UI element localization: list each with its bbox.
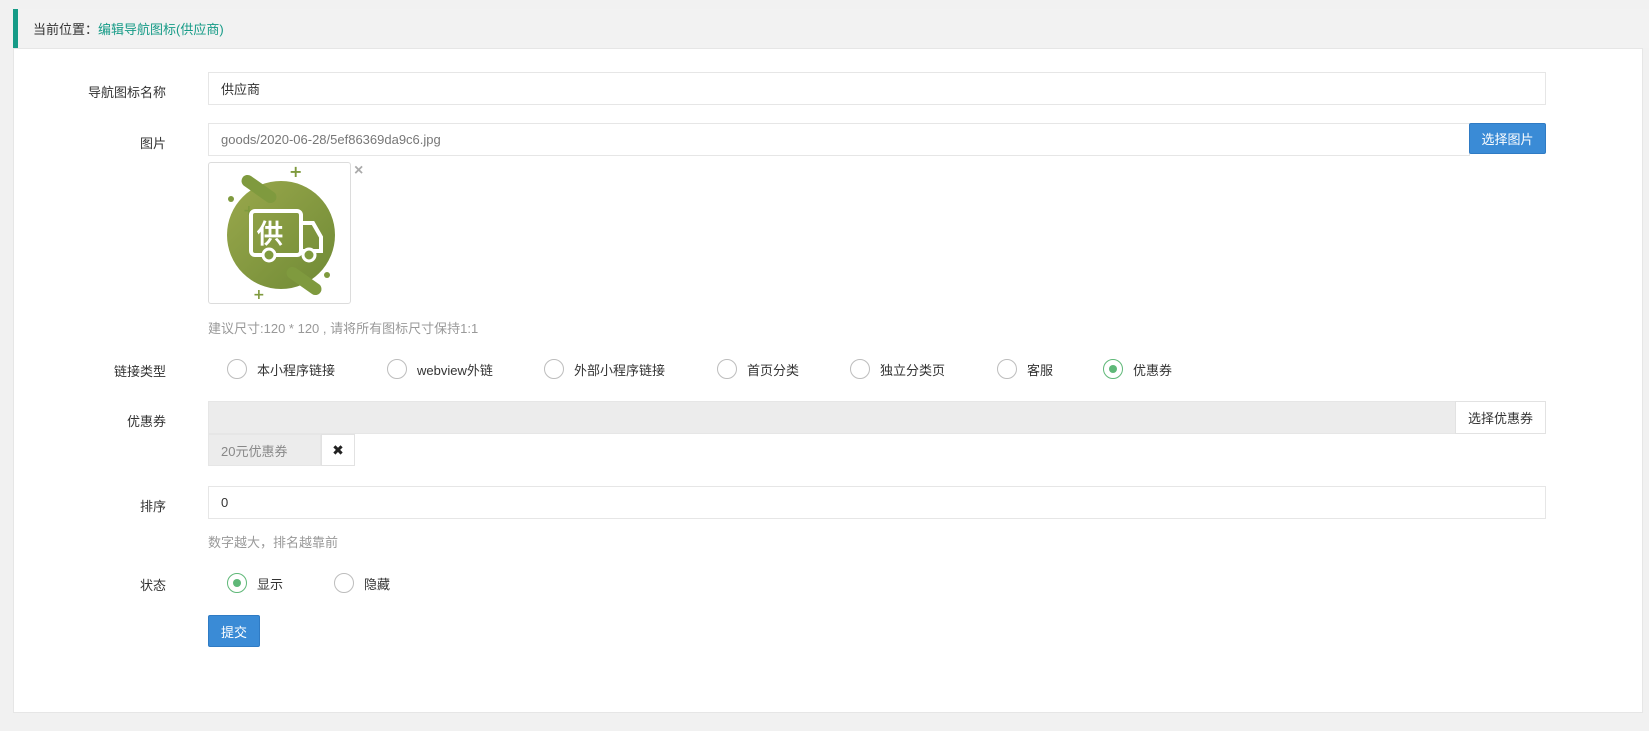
radio-icon[interactable] [387, 359, 407, 379]
image-thumbnail: + + + 供 [208, 162, 351, 304]
link-type-option-coupon[interactable]: 优惠券 [1103, 359, 1172, 379]
svg-text:+: + [253, 287, 265, 303]
select-image-button[interactable]: 选择图片 [1469, 123, 1546, 154]
status-option-show[interactable]: 显示 [227, 573, 283, 593]
radio-icon[interactable] [334, 573, 354, 593]
coupon-tag: 20元优惠券 [208, 434, 321, 466]
sort-input[interactable]: 0 [208, 486, 1546, 519]
link-type-option-category-page[interactable]: 独立分类页 [850, 359, 945, 379]
radio-label: 首页分类 [747, 362, 800, 378]
link-type-option-mini-program[interactable]: 本小程序链接 [227, 359, 335, 379]
supplier-truck-icon: + + + 供 [227, 162, 335, 303]
coupon-field[interactable] [208, 401, 1546, 434]
image-hint: 建议尺寸:120 * 120 , 请将所有图标尺寸保持1:1 [208, 321, 479, 336]
link-type-option-home-category[interactable]: 首页分类 [717, 359, 799, 379]
remove-image-icon[interactable]: × [354, 162, 363, 180]
status-option-hide[interactable]: 隐藏 [334, 573, 390, 593]
image-label: 图片 [139, 136, 166, 151]
radio-label: 独立分类页 [880, 362, 946, 378]
breadcrumb-label: 当前位置： [33, 22, 99, 37]
radio-icon[interactable] [850, 359, 870, 379]
name-label: 导航图标名称 [87, 85, 166, 100]
radio-label: 客服 [1027, 362, 1054, 378]
link-type-label: 链接类型 [113, 364, 166, 379]
name-input[interactable]: 供应商 [208, 72, 1546, 105]
radio-label: 优惠券 [1133, 362, 1173, 378]
select-coupon-button[interactable]: 选择优惠券 [1455, 401, 1546, 434]
breadcrumb-current[interactable]: 编辑导航图标(供应商) [98, 19, 224, 38]
radio-label: 本小程序链接 [257, 362, 336, 378]
submit-button[interactable]: 提交 [208, 615, 260, 647]
radio-icon[interactable] [544, 359, 564, 379]
remove-coupon-icon[interactable]: ✖ [321, 434, 355, 466]
link-type-option-external-mini-program[interactable]: 外部小程序链接 [544, 359, 665, 379]
radio-checked-icon[interactable] [1103, 359, 1123, 379]
radio-icon[interactable] [227, 359, 247, 379]
image-path-input[interactable]: goods/2020-06-28/5ef86369da9c6.jpg [208, 123, 1470, 156]
radio-icon[interactable] [997, 359, 1017, 379]
sort-label: 排序 [139, 499, 166, 514]
breadcrumb: 当前位置： 编辑导航图标(供应商) [13, 9, 1649, 48]
svg-text:+: + [289, 163, 302, 181]
radio-label: 外部小程序链接 [574, 362, 666, 378]
status-label: 状态 [139, 578, 166, 593]
coupon-label: 优惠券 [126, 414, 166, 429]
radio-label: 隐藏 [364, 576, 391, 592]
radio-icon[interactable] [717, 359, 737, 379]
radio-checked-icon[interactable] [227, 573, 247, 593]
thumb-char: 供 [256, 220, 283, 250]
sort-hint: 数字越大，排名越靠前 [208, 535, 339, 550]
link-type-option-customer-service[interactable]: 客服 [997, 359, 1053, 379]
radio-label: webview外链 [417, 362, 493, 378]
radio-label: 显示 [257, 576, 284, 592]
link-type-option-webview[interactable]: webview外链 [387, 359, 493, 379]
